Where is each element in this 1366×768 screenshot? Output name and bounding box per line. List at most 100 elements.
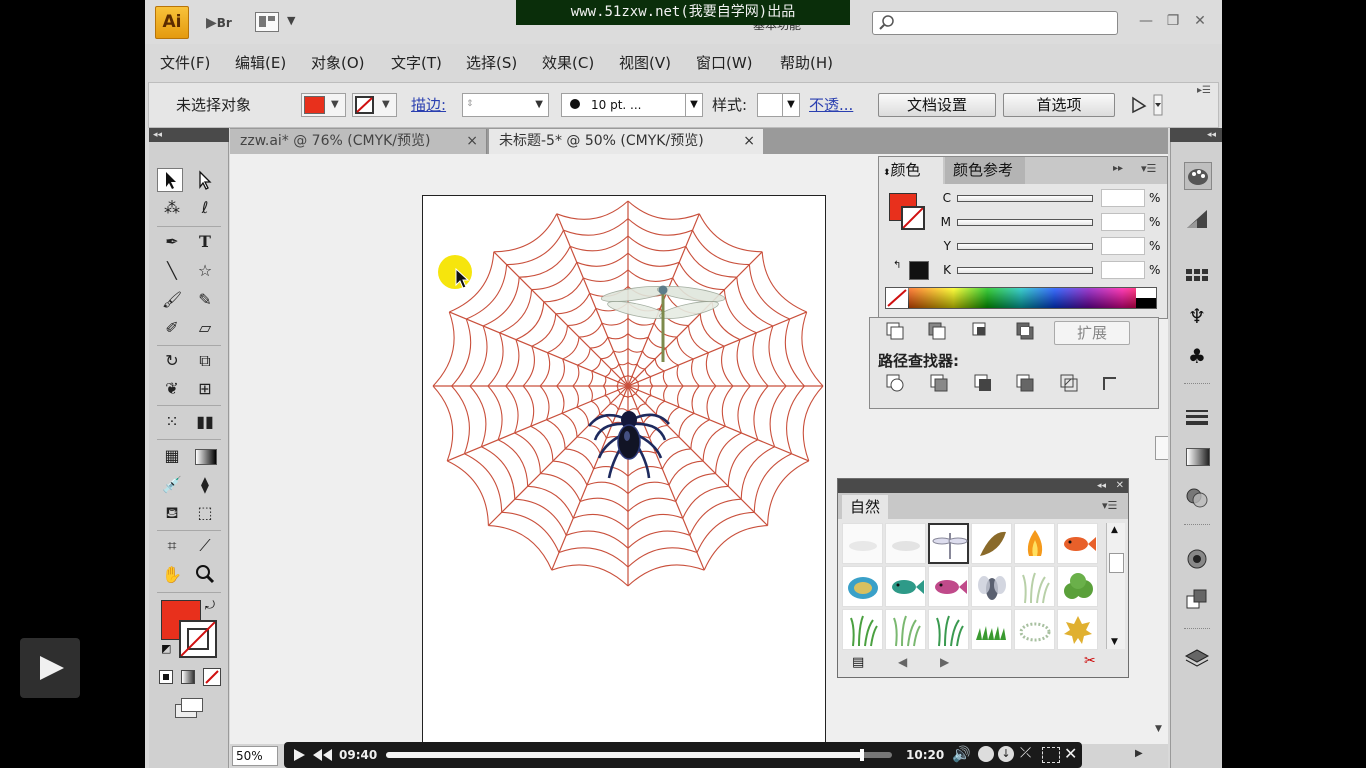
symbol-grass-icon[interactable]	[842, 609, 883, 650]
menu-effect[interactable]: 效果(C)	[542, 48, 594, 78]
menu-view[interactable]: 视图(V)	[619, 48, 671, 78]
settings-icon[interactable]: ⤫	[1020, 745, 1031, 761]
default-colors-icon[interactable]: ◩	[161, 642, 171, 655]
pencil-tool-icon[interactable]: ✎	[192, 288, 218, 312]
crop-icon[interactable]	[1016, 374, 1034, 392]
collapse-panel-icon[interactable]: ◂◂	[1097, 479, 1106, 493]
none-mode-icon[interactable]	[203, 668, 221, 686]
symbols-scrollbar[interactable]: ▲ ▼	[1106, 523, 1125, 649]
paintbrush-tool-icon[interactable]: 🖌	[159, 288, 185, 312]
symbol-leaf-icon[interactable]	[971, 523, 1012, 564]
trim-icon[interactable]	[930, 374, 948, 392]
black-value[interactable]	[1101, 261, 1145, 279]
live-paint-bucket-tool-icon[interactable]: ⛾	[159, 501, 185, 525]
menu-object[interactable]: 对象(O)	[311, 48, 365, 78]
big-play-button[interactable]	[20, 638, 80, 698]
symbol-fire-icon[interactable]	[1014, 523, 1055, 564]
magic-wand-tool-icon[interactable]: ⁂	[159, 196, 185, 220]
color-guide-icon[interactable]	[1184, 206, 1210, 232]
swap-colors-icon[interactable]: ⤾	[205, 598, 215, 613]
restore-icon[interactable]: ❐	[1162, 10, 1184, 32]
symbol-stone-icon[interactable]	[842, 566, 883, 607]
artboard-tool-icon[interactable]: ⌗	[159, 534, 185, 558]
symbol-fly-icon[interactable]	[971, 566, 1012, 607]
stroke-color-dropdown[interactable]: ▼	[352, 93, 397, 117]
close-icon[interactable]: ✕	[1189, 10, 1211, 32]
color-spectrum[interactable]	[885, 287, 1157, 309]
volume-icon[interactable]: 🔊	[952, 745, 971, 763]
eyedropper-tool-icon[interactable]: 💉	[159, 473, 185, 497]
minimize-icon[interactable]: —	[1135, 10, 1157, 32]
merge-icon[interactable]	[974, 374, 992, 392]
gradient-tool-icon[interactable]	[192, 444, 218, 468]
stroke-swatch[interactable]	[901, 206, 925, 230]
close-player-icon[interactable]: ✕	[1064, 744, 1077, 763]
brush-definition-dropdown[interactable]: 10 pt. ... ▼	[561, 93, 703, 117]
warp-tool-icon[interactable]: ❦	[159, 377, 185, 401]
stroke-swatch[interactable]	[179, 620, 217, 658]
preferences-button[interactable]: 首选项	[1003, 93, 1115, 117]
tools-panel-header[interactable]: ◂◂	[149, 128, 229, 142]
line-tool-icon[interactable]: ╲	[159, 259, 185, 283]
search-input[interactable]	[872, 11, 1118, 35]
arrange-documents-icon[interactable]	[255, 12, 279, 32]
hand-tool-icon[interactable]: ✋	[159, 563, 185, 587]
blob-brush-tool-icon[interactable]: ✐	[159, 316, 185, 340]
symbol-mapleleaf-icon[interactable]	[1057, 609, 1098, 650]
expand-button[interactable]: 扩展	[1054, 321, 1130, 345]
transparency-icon[interactable]	[1184, 484, 1210, 510]
outline-icon[interactable]	[1060, 374, 1078, 392]
bridge-button[interactable]: ▶Br	[205, 10, 237, 36]
zoom-level-field[interactable]: 50%	[232, 746, 278, 766]
symbol-libraries-icon[interactable]: ▤	[852, 655, 864, 670]
star-tool-icon[interactable]: ☆	[192, 259, 218, 283]
minus-front-icon[interactable]	[928, 322, 946, 340]
menu-edit[interactable]: 编辑(E)	[235, 48, 286, 78]
intersect-icon[interactable]	[972, 322, 990, 340]
fill-color-dropdown[interactable]: ▼	[301, 93, 346, 117]
mesh-tool-icon[interactable]: ▦	[159, 444, 185, 468]
symbol-cloud-icon[interactable]	[842, 523, 883, 564]
layers-icon[interactable]	[1184, 646, 1210, 672]
menu-select[interactable]: 选择(S)	[466, 48, 517, 78]
download-icon[interactable]: ↓	[998, 746, 1014, 762]
stroke-icon[interactable]	[1184, 404, 1210, 430]
pen-tool-icon[interactable]: ✒	[159, 230, 185, 254]
symbols-icon[interactable]: ♣	[1184, 344, 1210, 370]
tab-untitled-5[interactable]: 未标题-5* @ 50% (CMYK/预览) ×	[489, 129, 763, 154]
right-dock-header[interactable]: ◂◂	[1170, 128, 1222, 142]
symbol-bush-icon[interactable]	[1057, 566, 1098, 607]
black-slider[interactable]	[957, 267, 1093, 274]
vertical-scroll-thumb[interactable]	[1155, 436, 1168, 460]
eraser-tool-icon[interactable]: ▱	[192, 316, 218, 340]
gradient-icon[interactable]	[1184, 444, 1210, 470]
black-swatch[interactable]	[909, 261, 929, 280]
play-icon[interactable]	[292, 748, 306, 762]
isolate-tool-icon[interactable]	[1129, 93, 1163, 117]
symbol-moss-icon[interactable]	[1014, 609, 1055, 650]
selection-tool-icon[interactable]	[157, 168, 183, 192]
document-setup-button[interactable]: 文档设置	[878, 93, 996, 117]
exclude-icon[interactable]	[1016, 322, 1034, 340]
symbol-lawn-icon[interactable]	[971, 609, 1012, 650]
next-library-icon[interactable]: ▶	[940, 655, 949, 669]
stroke-weight-input[interactable]: ⇕ ▼	[462, 93, 549, 117]
break-link-icon[interactable]: ✂	[1084, 653, 1096, 669]
magenta-value[interactable]	[1101, 213, 1145, 231]
symbol-fish-icon[interactable]	[1057, 523, 1098, 564]
chevron-down-icon[interactable]: ▼	[287, 14, 295, 27]
artboard[interactable]	[422, 195, 826, 744]
screen-mode-icon[interactable]	[175, 696, 203, 718]
opacity-link[interactable]: 不透...	[809, 93, 853, 117]
appearance-icon[interactable]	[1184, 546, 1210, 572]
yellow-slider[interactable]	[957, 243, 1093, 250]
column-graph-tool-icon[interactable]: ▮▮	[192, 410, 218, 434]
tab-color[interactable]: ⬍颜色	[879, 157, 943, 184]
panel-menu-icon[interactable]: ▾☰	[1102, 499, 1117, 512]
fullscreen-icon[interactable]	[1042, 747, 1060, 763]
menu-type[interactable]: 文字(T)	[391, 48, 442, 78]
gradient-mode-icon[interactable]	[181, 670, 195, 684]
blend-tool-icon[interactable]: ⧫	[192, 473, 218, 497]
panel-menu-icon[interactable]: ▾☰	[1141, 162, 1156, 175]
swatches-icon[interactable]	[1184, 264, 1210, 290]
